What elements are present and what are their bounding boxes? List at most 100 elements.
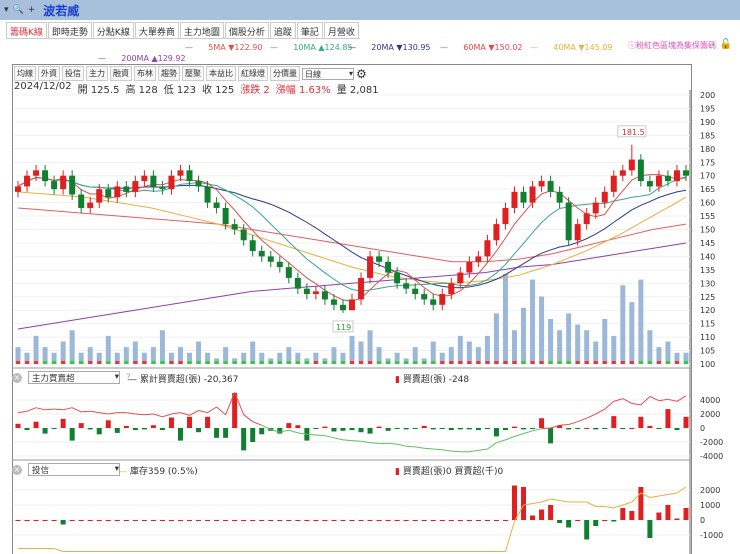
flow-bar (105, 520, 111, 521)
volume-bar (196, 341, 202, 364)
cumulative-line-segment (315, 434, 325, 437)
flow-bar (557, 520, 563, 523)
volume-bar (33, 335, 39, 364)
y-tick-label: 200 (700, 91, 715, 100)
volume-marker (259, 361, 264, 364)
candle-body (367, 256, 374, 278)
candle-body (339, 304, 346, 311)
flow-bar (593, 520, 599, 526)
flow-bar (60, 520, 66, 525)
flow-bar (349, 520, 355, 521)
candle-body (303, 288, 310, 295)
volume-marker (61, 361, 66, 364)
candle-body (258, 251, 265, 257)
cumulative-line-segment (342, 439, 353, 442)
flow-bar (15, 520, 21, 521)
candle-body (195, 181, 202, 187)
candle-body (114, 186, 121, 198)
volume-marker (151, 361, 156, 364)
volume-marker (16, 361, 20, 364)
y-tick-label: 2000 (700, 486, 720, 495)
bar-label: ▮ 買賣超(張) -248 (395, 372, 469, 385)
flow-bar (629, 511, 635, 520)
candle-body (394, 272, 401, 284)
candle-body (249, 240, 256, 252)
cumulative-line-segment (514, 433, 524, 437)
panel3-select[interactable]: 投信 ▾ (28, 463, 120, 476)
candle-body (592, 202, 599, 214)
cumulative-line-segment (415, 446, 425, 449)
flow-bar (448, 520, 454, 521)
flow-bar (502, 520, 508, 521)
cumulative-line-segment (550, 498, 560, 501)
flow-bar (358, 520, 364, 521)
flow-bar (475, 428, 481, 431)
candle-body (285, 267, 292, 278)
y-tick-label: 140 (700, 252, 715, 261)
flow-bar (430, 520, 436, 521)
flow-bar (60, 418, 66, 428)
flow-bar (33, 520, 39, 521)
candle-body (240, 229, 247, 241)
cumulative-line-segment (370, 442, 380, 444)
volume-marker (539, 361, 544, 364)
flow-bar (232, 520, 238, 521)
y-tick-label: 190 (700, 118, 715, 127)
candle-body (655, 175, 662, 187)
close-panel-icon[interactable]: × (12, 372, 22, 383)
candle-body (673, 170, 680, 182)
flow-bar (620, 428, 626, 429)
flow-bar (277, 428, 283, 434)
panel2-select[interactable]: 主力買賣超 ▾ (28, 371, 120, 384)
volume-bar (665, 341, 671, 364)
volume-bar (638, 279, 644, 364)
volume-bar (511, 330, 517, 364)
flow-bar (250, 428, 256, 442)
volume-bar (548, 319, 554, 364)
flow-bar (683, 416, 689, 428)
candle-body (430, 299, 437, 305)
cum-label-text: 累計買賣超(張) -20,367 (139, 375, 239, 385)
flow-bar (665, 505, 671, 520)
cumulative-line-segment (207, 406, 217, 414)
volume-marker (512, 361, 517, 364)
cumulative-line-segment (324, 435, 335, 439)
flow-bar (629, 428, 635, 429)
cumulative-line-segment (604, 401, 615, 410)
trust-bar-label: ▮ 買賣超(張)0 買賣超(千)0 (395, 464, 503, 477)
close-panel-icon[interactable]: × (12, 464, 22, 475)
volume-bar (584, 330, 590, 364)
flow-bar (241, 428, 247, 451)
flow-bar (349, 428, 355, 431)
flow-bar (448, 428, 454, 431)
candle-body (204, 186, 211, 203)
flow-bar (566, 428, 572, 430)
volume-marker (70, 361, 75, 364)
flow-bar (484, 428, 490, 429)
red-green-bar-icon: ▮ (395, 375, 400, 385)
flow-bar (187, 520, 193, 521)
y-tick-label: 130 (700, 279, 715, 288)
y-tick-label: 0 (700, 424, 705, 433)
candle-body (312, 291, 319, 295)
red-green-bar-icon: ▮ (395, 467, 400, 477)
candle-body (96, 189, 103, 203)
flow-bar (295, 520, 301, 521)
cumulative-line-segment (559, 424, 569, 426)
flow-bar (638, 416, 644, 428)
volume-bar (60, 341, 66, 364)
volume-marker (133, 361, 138, 364)
flow-bar (159, 520, 165, 521)
volume-marker (476, 361, 481, 364)
flow-bar (376, 426, 382, 428)
candle-body (69, 175, 76, 195)
y-tick-label: 135 (700, 266, 715, 275)
flow-bar (439, 428, 445, 429)
cumulative-line-segment (523, 430, 533, 435)
volume-marker (440, 361, 445, 364)
flow-bar (114, 428, 120, 433)
cumulative-line-segment (388, 442, 398, 445)
flow-bar (331, 428, 337, 432)
candle-body (619, 170, 626, 176)
volume-bar (530, 279, 536, 364)
